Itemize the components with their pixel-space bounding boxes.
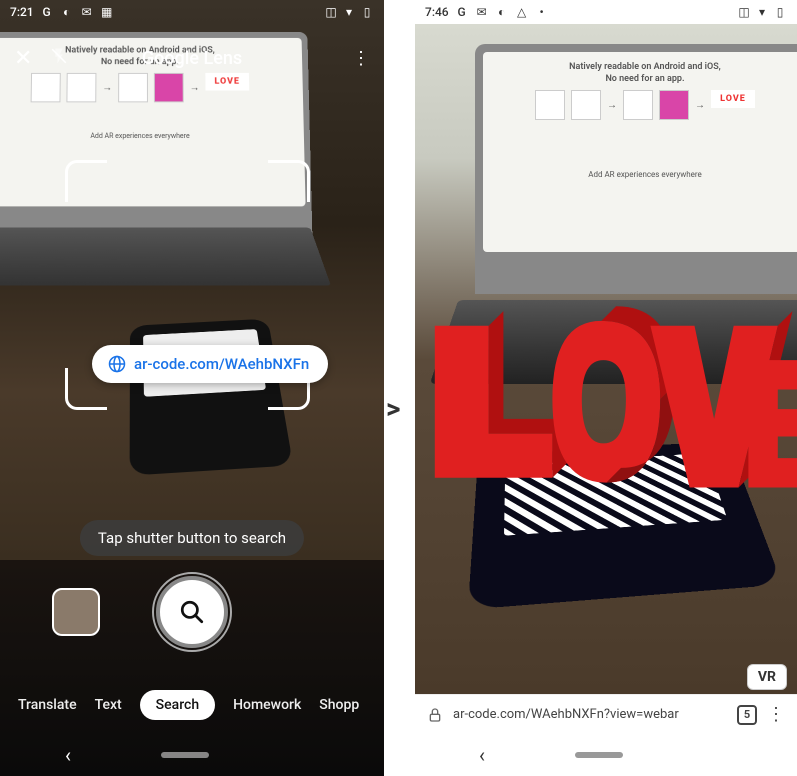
shutter-button[interactable] bbox=[156, 576, 228, 648]
status-time: 7:21 bbox=[10, 5, 34, 19]
scan-result-chip[interactable]: ar-code.com/WAehbNXFn bbox=[92, 345, 328, 383]
back-icon[interactable]: ‹ bbox=[479, 743, 485, 767]
address-url[interactable]: ar-code.com/WAehbNXFn?view=webar bbox=[453, 707, 727, 722]
wifi-icon: ▾ bbox=[342, 5, 356, 19]
globe-icon bbox=[108, 355, 126, 373]
lens-mode-tabs: Translate Text Search Homework Shopp bbox=[0, 690, 384, 720]
battery-icon: ▯ bbox=[360, 5, 374, 19]
drive-icon: △ bbox=[515, 5, 529, 19]
ar-browser-screen: 7:46 G ✉ ◐ △ • ◫ ▾ ▯ Natively readable o… bbox=[415, 0, 797, 776]
phone-in-scene bbox=[468, 441, 783, 610]
status-bar: 7:46 G ✉ ◐ △ • ◫ ▾ ▯ bbox=[415, 0, 797, 24]
app-icon: ◐ bbox=[60, 5, 74, 19]
google-lens-screen: Natively readable on Android and iOS, No… bbox=[0, 0, 384, 776]
tab-count-button[interactable]: 5 bbox=[737, 705, 757, 725]
status-bar: 7:21 G ◐ ✉ ▦ ◫ ▾ ▯ bbox=[0, 0, 384, 24]
vibrate-icon: ◫ bbox=[737, 5, 751, 19]
vr-badge[interactable]: VR bbox=[747, 664, 787, 690]
app-icon: G bbox=[40, 5, 54, 19]
qr-tile bbox=[659, 90, 689, 120]
mail-icon: ✉ bbox=[475, 5, 489, 19]
qr-tile bbox=[571, 90, 601, 120]
lens-header: ✕ Google Lens ⋮ bbox=[0, 38, 384, 78]
qr-on-phone bbox=[504, 453, 727, 536]
laptop-keyboard bbox=[430, 300, 797, 384]
laptop-heading-1: Natively readable on Android and iOS, bbox=[493, 62, 797, 72]
more-icon[interactable]: ⋮ bbox=[767, 704, 785, 725]
wifi-icon: ▾ bbox=[755, 5, 769, 19]
browser-address-bar: ar-code.com/WAehbNXFn?view=webar 5 ⋮ bbox=[415, 694, 797, 734]
flash-off-icon[interactable] bbox=[50, 47, 68, 70]
android-nav-bar: ‹ bbox=[415, 734, 797, 776]
dot-icon: • bbox=[535, 5, 549, 19]
search-icon bbox=[179, 599, 205, 625]
calendar-icon: ▦ bbox=[100, 5, 114, 19]
vibrate-icon: ◫ bbox=[324, 5, 338, 19]
laptop-heading-2: No need for an app. bbox=[493, 74, 797, 84]
gallery-thumbnail[interactable] bbox=[52, 588, 100, 636]
love-tile: LOVE bbox=[711, 90, 755, 108]
home-pill[interactable] bbox=[575, 752, 623, 758]
home-pill[interactable] bbox=[161, 752, 209, 758]
transition-arrow: > bbox=[384, 395, 402, 423]
mail-icon: ✉ bbox=[80, 5, 94, 19]
laptop-footer: Add AR experiences everywhere bbox=[493, 170, 797, 179]
app-icon: ◐ bbox=[495, 5, 509, 19]
close-icon[interactable]: ✕ bbox=[14, 46, 32, 71]
status-time: 7:46 bbox=[425, 5, 449, 19]
tab-text[interactable]: Text bbox=[95, 697, 122, 713]
tab-shopping[interactable]: Shopp bbox=[319, 697, 359, 713]
android-nav-bar: ‹ bbox=[0, 734, 384, 776]
lock-icon[interactable] bbox=[427, 707, 443, 723]
ar-camera-viewport[interactable]: Natively readable on Android and iOS, No… bbox=[415, 24, 797, 696]
back-icon[interactable]: ‹ bbox=[65, 743, 71, 767]
qr-tile bbox=[623, 90, 653, 120]
tab-search[interactable]: Search bbox=[140, 690, 215, 720]
laptop-footer: Add AR experiences everywhere bbox=[0, 132, 296, 140]
laptop-in-scene: Natively readable on Android and iOS, No… bbox=[475, 44, 797, 294]
scan-result-url: ar-code.com/WAehbNXFn bbox=[134, 355, 309, 373]
tab-homework[interactable]: Homework bbox=[233, 697, 301, 713]
qr-tile bbox=[535, 90, 565, 120]
app-icon: G bbox=[455, 5, 469, 19]
shutter-hint: Tap shutter button to search bbox=[80, 520, 304, 556]
tab-translate[interactable]: Translate bbox=[18, 697, 77, 713]
battery-icon: ▯ bbox=[773, 5, 787, 19]
more-icon[interactable]: ⋮ bbox=[352, 48, 370, 69]
